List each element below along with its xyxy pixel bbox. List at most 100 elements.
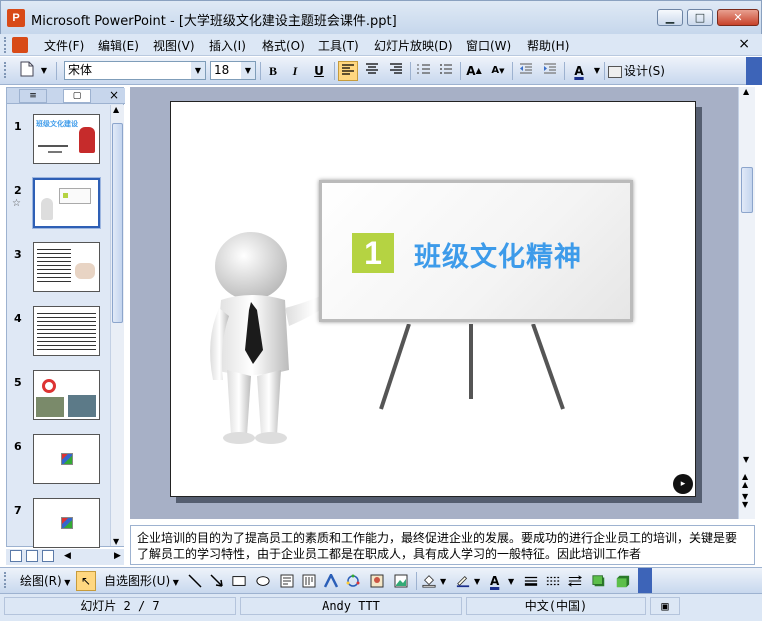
scrollbar-thumb[interactable] <box>112 123 123 323</box>
3d-style-icon[interactable] <box>616 574 630 588</box>
toolbar-options-chevron-icon[interactable]: ▼ <box>38 61 50 81</box>
document-close-button[interactable]: × <box>738 36 750 52</box>
slide-sorter-view-icon[interactable] <box>26 550 38 562</box>
bullets-icon[interactable] <box>436 61 456 81</box>
normal-view-icon[interactable] <box>10 550 22 562</box>
draw-menu-button[interactable]: 绘图(R) ▼ <box>20 572 70 592</box>
notes-text[interactable]: 企业培训的目的为了提高员工的素质和工作能力，最终促进企业的发展。要成功的进行企业… <box>137 531 737 561</box>
font-color-draw-dropdown-icon[interactable]: ▼ <box>508 573 514 591</box>
diagram-icon[interactable] <box>346 574 360 588</box>
drawbar-grip[interactable] <box>4 572 8 588</box>
increase-font-icon[interactable]: A▲ <box>464 61 484 81</box>
menu-window[interactable]: 窗口(W) <box>466 37 511 54</box>
font-name-select[interactable]: 宋体 ▼ <box>64 61 206 80</box>
scroll-up-icon[interactable]: ▲ <box>743 87 749 96</box>
menu-file[interactable]: 文件(F) <box>44 37 84 54</box>
decrease-indent-icon[interactable] <box>516 61 536 81</box>
line-style-icon[interactable] <box>524 574 538 588</box>
drawbar-overflow-chevron-icon[interactable] <box>638 568 652 594</box>
design-button[interactable]: 设计(S) <box>608 61 670 81</box>
previous-slide-icon[interactable]: ▲ ▲ <box>742 473 748 489</box>
oval-tool-icon[interactable] <box>256 574 270 588</box>
slide-thumbnail-4[interactable] <box>33 306 100 356</box>
menu-insert[interactable]: 插入(I) <box>209 37 246 54</box>
italic-button[interactable]: I <box>286 61 304 81</box>
fill-color-icon[interactable] <box>422 574 436 588</box>
slide-thumbnail-2[interactable] <box>32 177 101 229</box>
minimize-button[interactable]: ▁ <box>657 9 683 26</box>
insert-picture-icon[interactable] <box>394 574 408 588</box>
select-pointer-icon[interactable]: ↖ <box>76 571 96 591</box>
current-slide[interactable]: 1 班级文化精神 ▸ <box>170 101 696 497</box>
title-bar: P Microsoft PowerPoint - [大学班级文化建设主题班会课件… <box>0 0 762 34</box>
font-size-select[interactable]: 18 ▼ <box>210 61 256 80</box>
font-color-icon[interactable]: A <box>568 61 590 81</box>
scroll-left-icon[interactable]: ◀ <box>64 551 71 561</box>
toolbar-overflow-chevron-icon[interactable] <box>746 57 762 85</box>
align-center-icon[interactable] <box>362 61 382 81</box>
scrollbar-thumb[interactable] <box>741 167 753 213</box>
decrease-font-icon[interactable]: A▼ <box>488 61 508 81</box>
tab-slides[interactable]: ▢ <box>63 89 91 103</box>
menu-edit[interactable]: 编辑(E) <box>98 37 139 54</box>
maximize-button[interactable]: □ <box>687 9 713 26</box>
vertical-textbox-icon[interactable] <box>302 574 316 588</box>
slide-thumbnail-1[interactable]: 班级文化建设 <box>33 114 100 164</box>
slide-thumbnail-6[interactable] <box>33 434 100 484</box>
scroll-down-icon[interactable]: ▼ <box>113 537 119 546</box>
line-color-icon[interactable] <box>456 574 470 588</box>
scroll-right-icon[interactable]: ▶ <box>114 551 121 561</box>
arrow-style-icon[interactable] <box>568 574 582 588</box>
notes-pane[interactable]: 企业培训的目的为了提高员工的素质和工作能力，最终促进企业的发展。要成功的进行企业… <box>130 525 755 565</box>
line-color-dropdown-icon[interactable]: ▼ <box>474 573 480 591</box>
toolbar-grip[interactable] <box>4 62 8 78</box>
line-tool-icon[interactable] <box>188 574 202 588</box>
slide-vertical-scrollbar[interactable]: ▲ ▼ ▲ ▲ ▼ ▼ <box>738 87 755 519</box>
close-window-button[interactable]: ✕ <box>717 9 759 26</box>
font-size-dropdown-icon[interactable]: ▼ <box>241 62 255 79</box>
menu-grip[interactable] <box>4 37 8 53</box>
menu-view[interactable]: 视图(V) <box>153 37 195 54</box>
powerpoint-app-icon[interactable]: P <box>7 9 25 27</box>
underline-button[interactable]: U <box>310 61 328 81</box>
rectangle-tool-icon[interactable] <box>232 574 246 588</box>
slide-thumbnail-3[interactable] <box>33 242 100 292</box>
textbox-tool-icon[interactable] <box>280 574 294 588</box>
increase-indent-icon[interactable] <box>540 61 560 81</box>
spelling-status-icon[interactable]: ▣ <box>650 597 680 615</box>
autoshapes-menu-button[interactable]: 自选图形(U) ▼ <box>104 572 179 592</box>
thumbnail-figure-icon <box>41 198 53 220</box>
menu-slideshow[interactable]: 幻灯片放映(D) <box>374 37 453 54</box>
arrow-tool-icon[interactable] <box>210 574 224 588</box>
slide-title[interactable]: 班级文化精神 <box>414 235 582 274</box>
scroll-up-icon[interactable]: ▲ <box>113 105 119 114</box>
clipart-icon[interactable] <box>370 574 384 588</box>
align-right-icon[interactable] <box>386 61 406 81</box>
numbering-icon[interactable] <box>414 61 434 81</box>
shadow-style-icon[interactable] <box>592 574 606 588</box>
document-icon[interactable] <box>12 37 28 53</box>
fill-color-dropdown-icon[interactable]: ▼ <box>440 573 446 591</box>
font-color-draw-icon[interactable]: A <box>490 572 499 590</box>
slide-nav-button[interactable]: ▸ <box>673 474 693 494</box>
scroll-down-icon[interactable]: ▼ <box>743 455 749 464</box>
font-dropdown-icon[interactable]: ▼ <box>191 62 205 79</box>
font-color-dropdown-icon[interactable]: ▼ <box>592 61 602 81</box>
align-left-icon[interactable] <box>338 61 358 81</box>
slideshow-view-icon[interactable] <box>42 550 54 562</box>
new-document-icon[interactable] <box>18 61 36 81</box>
slide-thumbnail-7[interactable] <box>33 498 100 548</box>
next-slide-icon[interactable]: ▼ ▼ <box>742 493 748 509</box>
dash-style-icon[interactable] <box>546 574 560 588</box>
menu-help[interactable]: 帮助(H) <box>527 37 569 54</box>
whiteboard[interactable]: 1 班级文化精神 <box>319 180 633 322</box>
tab-outline[interactable]: ≡ <box>19 89 47 103</box>
thumbnail-text-line <box>38 145 68 147</box>
panel-close-button[interactable]: × <box>109 88 119 102</box>
slides-panel-scrollbar[interactable]: ▲ ▼ <box>110 105 124 546</box>
bold-button[interactable]: B <box>264 61 282 81</box>
wordart-icon[interactable] <box>324 574 338 588</box>
menu-tools[interactable]: 工具(T) <box>318 37 359 54</box>
slide-thumbnail-5[interactable] <box>33 370 100 420</box>
menu-format[interactable]: 格式(O) <box>262 37 305 54</box>
